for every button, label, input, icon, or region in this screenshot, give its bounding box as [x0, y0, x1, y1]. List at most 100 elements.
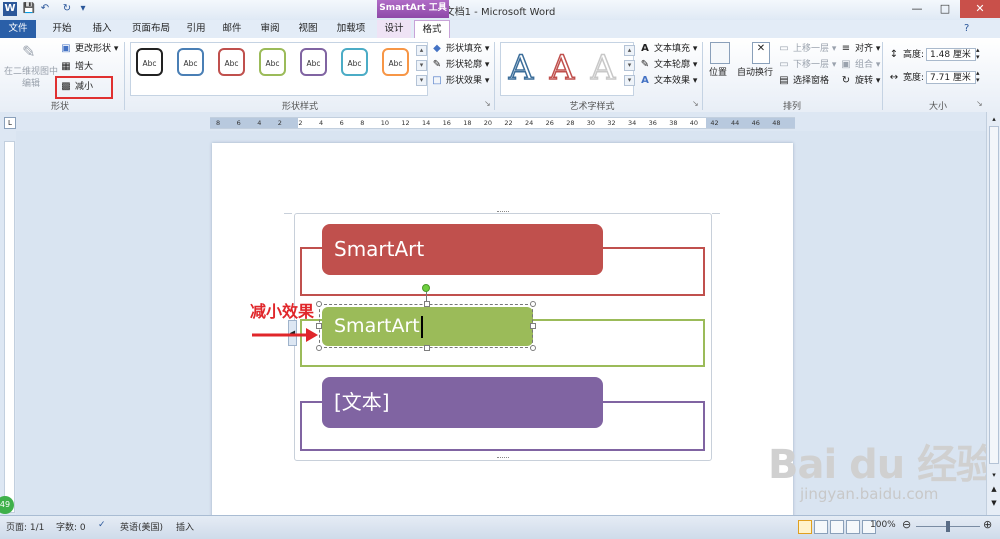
separator — [124, 42, 125, 110]
horizontal-ruler[interactable]: 8 6 4 2 2 4 6 8 10 12 14 16 18 20 22 24 26 28 30 32 34 36 38 40… — [210, 117, 795, 129]
shape-style-swatch[interactable]: Abc — [136, 48, 163, 76]
gallery-down-icon[interactable]: ▾ — [416, 60, 427, 71]
align-button[interactable]: ≡ 对齐 ▾ — [840, 42, 881, 56]
next-page-icon[interactable]: ▼ — [989, 498, 999, 508]
dialog-launcher-icon[interactable]: ↘ — [692, 99, 699, 108]
larger-button[interactable]: ▦ 增大 — [60, 60, 93, 74]
print-layout-icon[interactable] — [798, 520, 812, 534]
wrap-text-button[interactable]: 自动换行 — [737, 66, 773, 80]
rotate-handle[interactable] — [422, 284, 430, 292]
resize-handle[interactable] — [530, 345, 536, 351]
wordart-more-icon[interactable]: ▾ — [624, 75, 635, 86]
send-backward-label: 下移一层 — [793, 60, 830, 70]
proofing-icon[interactable]: ✓ — [98, 520, 106, 530]
gallery-up-icon[interactable]: ▴ — [416, 45, 427, 56]
height-spinner-icon[interactable]: ▴ ▾ — [976, 47, 980, 61]
resize-handle[interactable] — [530, 301, 536, 307]
language-status[interactable]: 英语(美国) — [120, 520, 163, 533]
smartart-item-3[interactable]: [文本] — [322, 377, 603, 428]
tab-format[interactable]: 格式 — [414, 20, 450, 39]
change-shape-button[interactable]: ▣ 更改形状 ▾ — [60, 42, 118, 56]
tab-insert[interactable]: 插入 — [86, 20, 118, 38]
tab-view[interactable]: 视图 — [294, 20, 322, 38]
scroll-thumb[interactable] — [989, 126, 999, 464]
tab-review[interactable]: 审阅 — [256, 20, 284, 38]
gallery-more-icon[interactable]: ▾ — [416, 75, 427, 86]
selection-pane-button[interactable]: ▤ 选择窗格 — [778, 74, 829, 88]
shape-style-swatch[interactable]: Abc — [177, 48, 204, 76]
shape-style-swatch[interactable]: Abc — [218, 48, 245, 76]
wordart-style-red[interactable]: A — [545, 47, 579, 89]
align-label: 对齐 — [855, 44, 874, 54]
frame-grip-bottom[interactable] — [497, 457, 509, 461]
wordart-style-blue[interactable]: A — [504, 47, 538, 89]
insert-mode[interactable]: 插入 — [176, 520, 194, 533]
width-spinner-icon[interactable]: ▴ ▾ — [976, 70, 980, 84]
outline-view-icon[interactable] — [846, 520, 860, 534]
ruler-tick-label: 4 — [257, 119, 262, 127]
position-button[interactable]: 位置 — [709, 66, 727, 80]
text-outline-button[interactable]: ✎ 文本轮廓 ▾ — [639, 58, 698, 72]
tab-addins[interactable]: 加载项 — [332, 20, 370, 38]
frame-grip-top[interactable] — [497, 211, 509, 215]
minimize-button[interactable]: — — [904, 0, 930, 18]
wordart-up-icon[interactable]: ▴ — [624, 45, 635, 56]
smaller-button[interactable]: ▩ 减小 — [60, 80, 93, 94]
resize-handle[interactable] — [424, 301, 430, 307]
zoom-level[interactable]: 100% — [870, 520, 896, 530]
ruler-tick-label: 24 — [525, 119, 534, 127]
scroll-down-icon[interactable]: ▾ — [989, 470, 999, 480]
text-effects-button[interactable]: A 文本效果 ▾ — [639, 74, 697, 88]
edit-in-2d-button[interactable]: 在二维视图中编辑 — [3, 66, 59, 89]
tab-home[interactable]: 开始 — [46, 20, 78, 38]
group-button[interactable]: ▣ 组合 ▾ — [840, 58, 880, 72]
vertical-scrollbar[interactable]: ▴ ▾ ▲ ▼ — [986, 112, 1000, 515]
resize-handle[interactable] — [316, 301, 322, 307]
shape-style-swatch[interactable]: Abc — [259, 48, 286, 76]
tab-page-layout[interactable]: 页面布局 — [126, 20, 176, 38]
position-icon — [710, 42, 730, 64]
resize-handle[interactable] — [316, 345, 322, 351]
row-3-top-left-line — [300, 401, 322, 403]
wordart-down-icon[interactable]: ▾ — [624, 60, 635, 71]
height-field[interactable]: 1.48 厘米 — [926, 48, 976, 61]
shape-style-swatch[interactable]: Abc — [300, 48, 327, 76]
page-count[interactable]: 页面: 1/1 — [6, 520, 44, 533]
resize-handle[interactable] — [424, 345, 430, 351]
wordart-style-gray[interactable]: A — [586, 47, 620, 89]
shape-style-swatch[interactable]: Abc — [341, 48, 368, 76]
maximize-button[interactable]: □ — [932, 0, 958, 18]
prev-page-icon[interactable]: ▲ — [989, 484, 999, 494]
shape-style-swatch[interactable]: Abc — [382, 48, 409, 76]
tab-selector-icon[interactable]: L — [4, 117, 16, 129]
help-icon[interactable]: ? — [964, 23, 969, 34]
resize-handle[interactable] — [530, 323, 536, 329]
text-fill-button[interactable]: A 文本填充 ▾ — [639, 42, 697, 56]
zoom-out-icon[interactable]: ⊖ — [902, 518, 911, 531]
smartart-item-1[interactable]: SmartArt — [322, 224, 603, 275]
smaller-icon: ▩ — [61, 80, 71, 92]
tab-file[interactable]: 文件 — [0, 20, 36, 38]
send-backward-icon: ▭ — [779, 58, 789, 70]
tab-design[interactable]: 设计 — [377, 20, 411, 38]
zoom-in-icon[interactable]: ⊕ — [983, 518, 992, 531]
bring-forward-button[interactable]: ▭ 上移一层 ▾ — [778, 42, 836, 56]
shape-effects-button[interactable]: □ 形状效果 ▾ — [431, 74, 489, 88]
shape-outline-button[interactable]: ✎ 形状轮廓 ▾ — [431, 58, 490, 72]
send-backward-button[interactable]: ▭ 下移一层 ▾ — [778, 58, 836, 72]
width-field[interactable]: 7.71 厘米 — [926, 71, 976, 84]
tab-references[interactable]: 引用 — [182, 20, 210, 38]
shape-fill-button[interactable]: ◆ 形状填充 ▾ — [431, 42, 489, 56]
web-layout-icon[interactable] — [830, 520, 844, 534]
rotate-button[interactable]: ↻ 旋转 ▾ — [840, 74, 881, 88]
zoom-slider-thumb[interactable] — [946, 521, 950, 532]
dialog-launcher-icon[interactable]: ↘ — [484, 99, 491, 108]
dialog-launcher-icon[interactable]: ↘ — [976, 99, 983, 108]
close-button[interactable]: ✕ — [960, 0, 1000, 18]
full-screen-reading-icon[interactable] — [814, 520, 828, 534]
ruler-tick-label: 20 — [483, 119, 493, 127]
scroll-up-icon[interactable]: ▴ — [989, 114, 999, 124]
vertical-ruler[interactable] — [0, 131, 16, 515]
tab-mailings[interactable]: 邮件 — [218, 20, 246, 38]
word-count[interactable]: 字数: 0 — [56, 520, 86, 533]
